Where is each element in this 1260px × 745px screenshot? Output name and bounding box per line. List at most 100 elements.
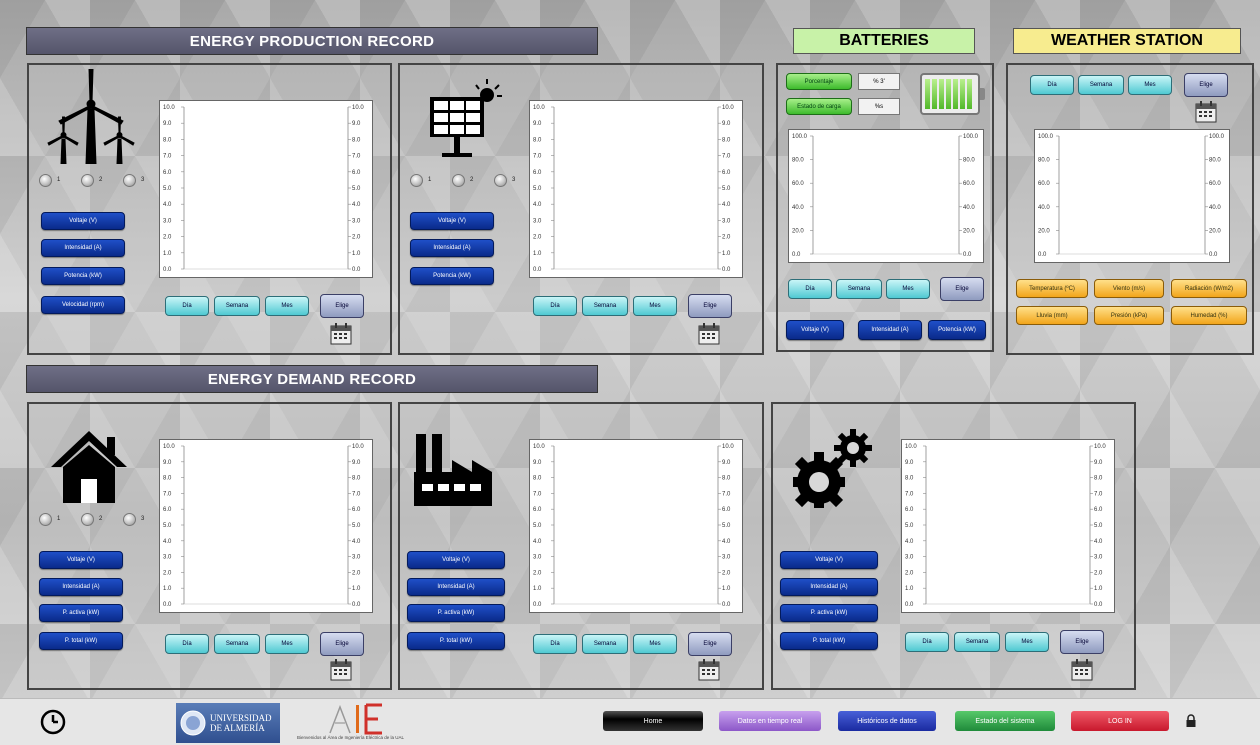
batteries-current-button[interactable]: Intensidad (A) xyxy=(858,320,922,340)
wind-voltage-button[interactable]: Voltaje (V) xyxy=(41,212,125,230)
y-tick-label-right: 100.0 xyxy=(1209,134,1225,140)
nav-historic-button[interactable]: Históricos de datos xyxy=(838,711,936,731)
calendar-icon[interactable] xyxy=(330,323,352,345)
house-total-power-button[interactable]: P. total (kW) xyxy=(39,632,123,650)
y-tick-label-right: 1.0 xyxy=(352,586,361,592)
gears-day-button[interactable]: Día xyxy=(905,632,949,652)
solar-voltage-button[interactable]: Voltaje (V) xyxy=(410,212,494,230)
gears-week-button[interactable]: Semana xyxy=(954,632,1000,652)
wind-week-button[interactable]: Semana xyxy=(214,296,260,316)
batteries-voltage-button[interactable]: Voltaje (V) xyxy=(786,320,844,340)
gears-total-power-button[interactable]: P. total (kW) xyxy=(780,632,878,650)
nav-realtime-button[interactable]: Datos en tiempo real xyxy=(719,711,821,731)
factory-choose-button[interactable]: Elige xyxy=(688,632,732,656)
y-tick-label-left: 2.0 xyxy=(163,570,172,576)
y-tick-label-right: 9.0 xyxy=(352,121,361,127)
y-tick-label-right: 0.0 xyxy=(963,252,972,258)
wind-power-button[interactable]: Potencia (kW) xyxy=(41,267,125,285)
y-tick-label-left: 4.0 xyxy=(533,202,542,208)
gears-choose-button[interactable]: Elige xyxy=(1060,630,1104,654)
factory-current-button[interactable]: Intensidad (A) xyxy=(407,578,505,596)
solar-choose-button[interactable]: Elige xyxy=(688,294,732,318)
batteries-power-button[interactable]: Potencia (kW) xyxy=(928,320,986,340)
batteries-day-button[interactable]: Día xyxy=(788,279,832,299)
house-month-button[interactable]: Mes xyxy=(265,634,309,654)
house-choose-button[interactable]: Elige xyxy=(320,632,364,656)
house-voltage-button[interactable]: Voltaje (V) xyxy=(39,551,123,569)
house-current-button[interactable]: Intensidad (A) xyxy=(39,578,123,596)
weather-month-button[interactable]: Mes xyxy=(1128,75,1172,95)
batteries-month-button[interactable]: Mes xyxy=(886,279,930,299)
factory-month-button[interactable]: Mes xyxy=(633,634,677,654)
weather-week-button[interactable]: Semana xyxy=(1078,75,1124,95)
factory-day-button[interactable]: Día xyxy=(533,634,577,654)
solar-current-button[interactable]: Intensidad (A) xyxy=(410,239,494,257)
house-radio-2[interactable] xyxy=(81,513,94,526)
temperature-button[interactable]: Temperatura (ºC) xyxy=(1016,279,1088,298)
percentage-button[interactable]: Porcentaje xyxy=(786,73,852,90)
nav-home-button[interactable]: Home xyxy=(603,711,703,731)
weather-day-button[interactable]: Día xyxy=(1030,75,1074,95)
radiation-button[interactable]: Radiación (W/m2) xyxy=(1171,279,1247,298)
nav-status-button[interactable]: Estado del sistema xyxy=(955,711,1055,731)
batteries-choose-button[interactable]: Elige xyxy=(940,277,984,301)
calendar-icon[interactable] xyxy=(1195,101,1217,123)
solar-power-button[interactable]: Potencia (kW) xyxy=(410,267,494,285)
y-tick-label-right: 8.0 xyxy=(352,476,361,482)
wind-choose-button[interactable]: Elige xyxy=(320,294,364,318)
weather-choose-button[interactable]: Elige xyxy=(1184,73,1228,97)
wind-day-button[interactable]: Día xyxy=(165,296,209,316)
calendar-icon[interactable] xyxy=(698,659,720,681)
house-radio-1[interactable] xyxy=(39,513,52,526)
gears-current-button[interactable]: Intensidad (A) xyxy=(780,578,878,596)
y-tick-label-right: 5.0 xyxy=(352,523,361,529)
house-active-power-button[interactable]: P. activa (kW) xyxy=(39,604,123,622)
clock-icon[interactable] xyxy=(40,709,66,735)
y-tick-label-right: 7.0 xyxy=(352,154,361,160)
rain-button[interactable]: Lluvia (mm) xyxy=(1016,306,1088,325)
y-tick-label-left: 7.0 xyxy=(163,491,172,497)
house-radio-3[interactable] xyxy=(123,513,136,526)
solar-month-button[interactable]: Mes xyxy=(633,296,677,316)
wind-turbine-icon xyxy=(47,69,135,164)
lock-icon[interactable] xyxy=(1185,714,1197,728)
gears-active-power-button[interactable]: P. activa (kW) xyxy=(780,604,878,622)
y-tick-label-left: 4.0 xyxy=(905,539,914,545)
pressure-button[interactable]: Presión (kPa) xyxy=(1094,306,1164,325)
factory-total-power-button[interactable]: P. total (kW) xyxy=(407,632,505,650)
solar-radio-3[interactable] xyxy=(494,174,507,187)
gears-month-button[interactable]: Mes xyxy=(1005,632,1049,652)
solar-radio-2[interactable] xyxy=(452,174,465,187)
solar-panel: 1 2 3 Voltaje (V) Intensidad (A) Potenci… xyxy=(398,63,764,355)
y-tick-label-left: 4.0 xyxy=(163,202,172,208)
y-tick-label-left: 1.0 xyxy=(533,251,542,257)
y-tick-label-left: 60.0 xyxy=(792,181,804,187)
calendar-icon[interactable] xyxy=(330,659,352,681)
factory-week-button[interactable]: Semana xyxy=(582,634,628,654)
wind-current-button[interactable]: Intensidad (A) xyxy=(41,239,125,257)
wind-speed-weather-button[interactable]: Viento (m/s) xyxy=(1094,279,1164,298)
batteries-week-button[interactable]: Semana xyxy=(836,279,882,299)
wind-radio-1[interactable] xyxy=(39,174,52,187)
nav-login-button[interactable]: LOG IN xyxy=(1071,711,1169,731)
y-tick-label-left: 100.0 xyxy=(1038,134,1054,140)
solar-week-button[interactable]: Semana xyxy=(582,296,628,316)
house-week-button[interactable]: Semana xyxy=(214,634,260,654)
solar-radio-1[interactable] xyxy=(410,174,423,187)
wind-radio-3[interactable] xyxy=(123,174,136,187)
gears-voltage-button[interactable]: Voltaje (V) xyxy=(780,551,878,569)
charge-state-button[interactable]: Estado de carga xyxy=(786,98,852,115)
humidity-button[interactable]: Humedad (%) xyxy=(1171,306,1247,325)
wind-month-button[interactable]: Mes xyxy=(265,296,309,316)
factory-active-power-button[interactable]: P. activa (kW) xyxy=(407,604,505,622)
y-tick-label-left: 60.0 xyxy=(1038,181,1050,187)
factory-voltage-button[interactable]: Voltaje (V) xyxy=(407,551,505,569)
wind-speed-button[interactable]: Velocidad (rpm) xyxy=(41,296,125,314)
y-tick-label-right: 3.0 xyxy=(722,555,731,561)
calendar-icon[interactable] xyxy=(1071,659,1093,681)
house-day-button[interactable]: Día xyxy=(165,634,209,654)
solar-day-button[interactable]: Día xyxy=(533,296,577,316)
y-tick-label-right: 2.0 xyxy=(1094,570,1103,576)
calendar-icon[interactable] xyxy=(698,323,720,345)
wind-radio-2[interactable] xyxy=(81,174,94,187)
